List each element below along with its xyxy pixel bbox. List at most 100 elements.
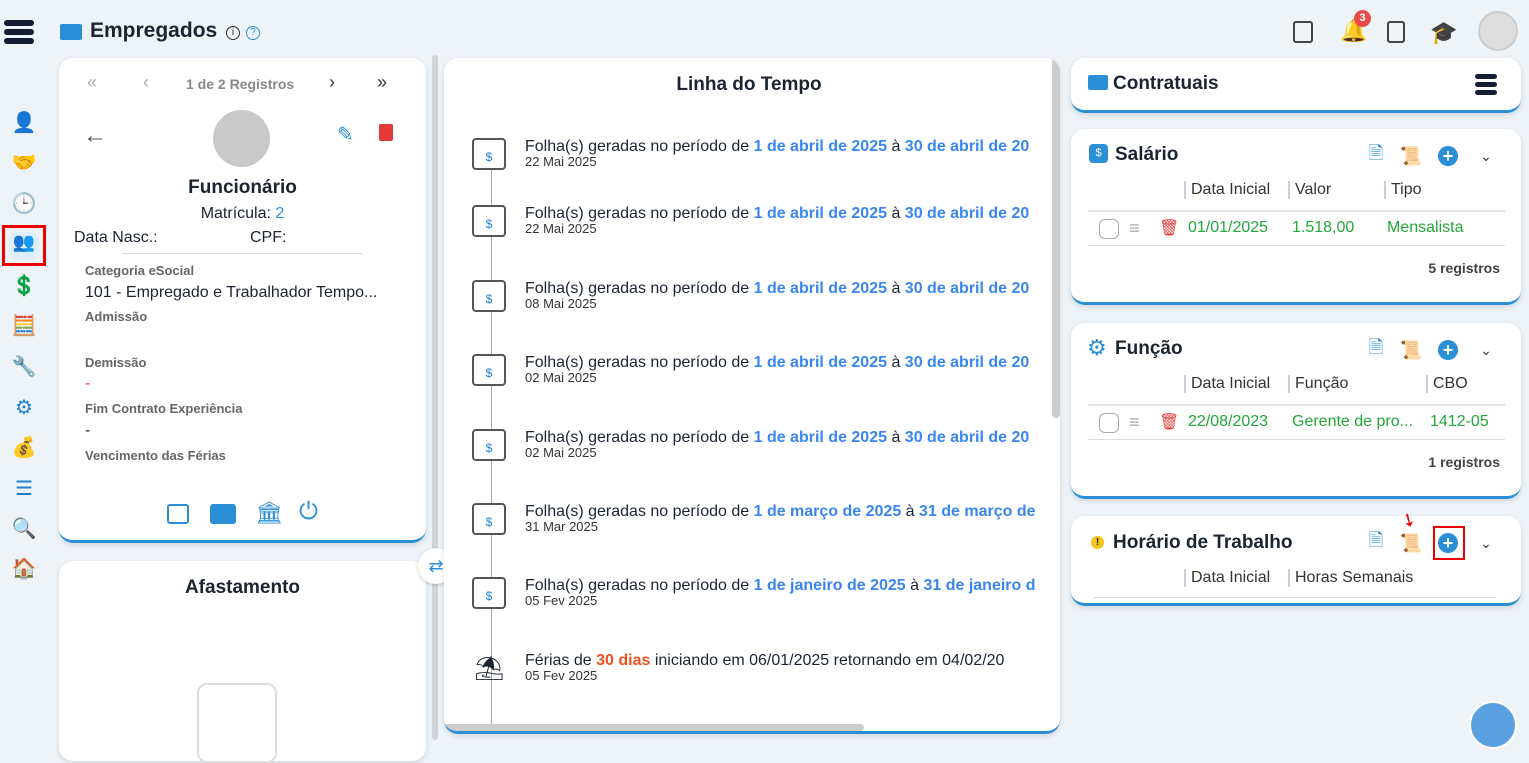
scroll-icon[interactable]: 📜 bbox=[1400, 339, 1422, 361]
afastamento-card: Afastamento bbox=[59, 561, 426, 763]
back-arrow-icon[interactable]: ← bbox=[83, 122, 107, 150]
item-date: 08 Mai 2025 bbox=[525, 296, 597, 311]
period-end[interactable]: 31 de março de bbox=[919, 503, 1036, 520]
bank-icon[interactable]: 🏛 bbox=[255, 500, 283, 526]
contratuais-title: Contratuais bbox=[1113, 73, 1219, 94]
search-document-icon[interactable]: 🗎 bbox=[1365, 530, 1387, 554]
search-document-icon[interactable]: 🗎 bbox=[1365, 143, 1387, 167]
delete-icon[interactable]: 🗑 bbox=[1159, 412, 1179, 432]
handshake-icon[interactable]: 🤝 bbox=[10, 148, 38, 176]
salary-bag-icon: $ bbox=[1089, 144, 1108, 163]
period-start[interactable]: 1 de abril de 2025 bbox=[754, 205, 887, 222]
sidebar-item-employees[interactable]: 👥 bbox=[2, 225, 46, 266]
notes-icon[interactable] bbox=[1293, 21, 1313, 43]
chevron-down-icon[interactable]: ⌄ bbox=[1475, 339, 1497, 361]
item-text: à bbox=[905, 577, 924, 594]
payroll-icon: $ bbox=[472, 577, 506, 609]
power-icon[interactable]: ⏻ bbox=[299, 498, 318, 526]
item-text: Folha(s) geradas no período de bbox=[525, 429, 754, 446]
period-start[interactable]: 1 de abril de 2025 bbox=[754, 354, 887, 371]
money-bag-icon[interactable]: 💰 bbox=[10, 433, 38, 461]
row-checkbox[interactable] bbox=[1099, 413, 1119, 433]
assistant-avatar[interactable] bbox=[1469, 701, 1517, 749]
period-start[interactable]: 1 de março de 2025 bbox=[754, 503, 902, 520]
item-date: 05 Fev 2025 bbox=[525, 668, 598, 683]
graduation-cap-icon[interactable]: 🎓 bbox=[1430, 20, 1457, 46]
delete-icon[interactable] bbox=[379, 124, 393, 141]
chevron-down-icon[interactable]: ⌄ bbox=[1475, 145, 1497, 167]
period-end[interactable]: 30 de abril de 20 bbox=[905, 429, 1030, 446]
period-end[interactable]: 30 de abril de 20 bbox=[905, 138, 1030, 155]
gear-icon: ⚙ bbox=[1087, 335, 1107, 360]
search-document-icon[interactable]: 🗎 bbox=[1365, 337, 1387, 361]
document-icon[interactable] bbox=[167, 504, 189, 524]
vertical-scrollbar[interactable] bbox=[1052, 58, 1060, 418]
scroll-icon[interactable]: 📜 bbox=[1400, 532, 1422, 554]
field-label: Vencimento das Férias bbox=[85, 448, 226, 463]
user-settings-icon[interactable]: 👤 bbox=[10, 108, 38, 136]
network-icon[interactable]: ⚙ bbox=[10, 393, 38, 421]
report-search-icon[interactable] bbox=[1387, 21, 1405, 43]
dollar-icon[interactable]: 💲 bbox=[10, 271, 38, 299]
prev-page-button[interactable]: ‹ bbox=[143, 72, 149, 93]
birthdate-label: Data Nasc.: bbox=[74, 229, 158, 246]
matricula-label: Matrícula: bbox=[200, 205, 271, 222]
add-button[interactable]: + bbox=[1438, 340, 1458, 360]
info-icon[interactable]: i bbox=[226, 26, 240, 40]
tool-icon[interactable]: 🔧 bbox=[10, 352, 38, 380]
column-header: Tipo bbox=[1384, 181, 1422, 199]
edit-icon[interactable]: ✎ bbox=[337, 122, 354, 147]
item-text: à bbox=[887, 138, 905, 155]
clock-icon[interactable]: 🕒 bbox=[10, 189, 38, 217]
period-start[interactable]: 1 de abril de 2025 bbox=[754, 280, 887, 297]
page-title: Empregados bbox=[90, 19, 218, 42]
search-icon[interactable]: 🔍 bbox=[10, 514, 38, 542]
first-page-button[interactable]: « bbox=[87, 72, 97, 93]
period-end[interactable]: 30 de abril de 20 bbox=[905, 280, 1030, 297]
funcao-card: ⚙ Função 🗎 📜 + ⌄ Data Inicial Função CBO ≡… bbox=[1071, 323, 1521, 499]
employee-card: « ‹ 1 de 2 Registros › » ← ✎ Funcionário… bbox=[59, 58, 426, 543]
add-button[interactable]: + bbox=[1438, 146, 1458, 166]
panel-divider[interactable] bbox=[432, 55, 438, 740]
item-text: Férias de bbox=[525, 652, 597, 669]
item-text: à bbox=[887, 429, 905, 446]
menu-icon[interactable] bbox=[4, 20, 34, 44]
period-start[interactable]: 1 de abril de 2025 bbox=[754, 429, 887, 446]
period-start[interactable]: 1 de abril de 2025 bbox=[754, 138, 887, 155]
payroll-icon: $ bbox=[472, 503, 506, 535]
period-end[interactable]: 31 de janeiro d bbox=[923, 577, 1035, 594]
divider bbox=[122, 253, 362, 254]
menu-icon[interactable] bbox=[1475, 74, 1497, 95]
period-start[interactable]: 1 de janeiro de 2025 bbox=[754, 577, 906, 594]
record-count: 5 registros bbox=[1428, 260, 1500, 276]
next-page-button[interactable]: › bbox=[329, 72, 335, 93]
item-text: Folha(s) geradas no período de bbox=[525, 205, 754, 222]
calculator-icon[interactable]: 🧮 bbox=[10, 311, 38, 339]
vacation-days: 30 dias bbox=[596, 652, 651, 669]
period-end[interactable]: 30 de abril de 20 bbox=[905, 354, 1030, 371]
period-end[interactable]: 30 de abril de 20 bbox=[905, 205, 1030, 222]
drag-handle-icon[interactable]: ≡ bbox=[1129, 218, 1140, 239]
horizontal-scrollbar[interactable] bbox=[444, 724, 864, 731]
column-header: Horas Semanais bbox=[1288, 569, 1413, 587]
timeline-item: $ Folha(s) geradas no período de 1 de abr… bbox=[472, 138, 1030, 170]
timeline-item: $ Folha(s) geradas no período de 1 de abr… bbox=[472, 280, 1030, 312]
last-page-button[interactable]: » bbox=[377, 72, 387, 93]
drag-handle-icon[interactable]: ≡ bbox=[1129, 412, 1140, 433]
scroll-icon[interactable]: 📜 bbox=[1400, 145, 1422, 167]
folder-icon bbox=[1088, 75, 1108, 90]
item-text: iniciando em 06/01/2025 retornando em 04… bbox=[650, 652, 1005, 669]
user-avatar[interactable] bbox=[1478, 11, 1518, 51]
help-icon[interactable]: ? bbox=[246, 26, 260, 40]
delete-icon[interactable]: 🗑 bbox=[1159, 218, 1179, 238]
timeline-item: $ Folha(s) geradas no período de 1 de abr… bbox=[472, 429, 1030, 461]
arrow-pointer-icon: ➘ bbox=[1397, 507, 1421, 533]
layers-icon[interactable]: ☰ bbox=[10, 474, 38, 502]
funcao-title: Função bbox=[1115, 338, 1183, 359]
row-checkbox[interactable] bbox=[1099, 219, 1119, 239]
add-button[interactable]: + bbox=[1438, 533, 1458, 553]
item-text: à bbox=[887, 205, 905, 222]
id-card-icon[interactable] bbox=[210, 504, 236, 524]
chevron-down-icon[interactable]: ⌄ bbox=[1475, 532, 1497, 554]
home-icon[interactable]: 🏠 bbox=[10, 554, 38, 582]
